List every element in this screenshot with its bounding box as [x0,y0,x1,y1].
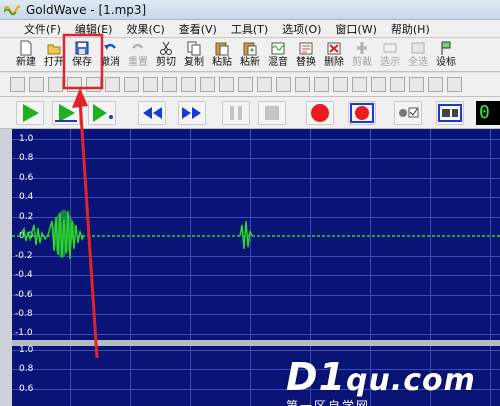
copy-icon [187,40,201,56]
monitor-toggle-button[interactable] [394,101,422,125]
effect-icon-12[interactable] [219,77,234,92]
effect-icon-3[interactable] [48,77,63,92]
undo-button[interactable]: 撤消 [96,38,124,71]
time-counter: 0 [476,101,500,125]
window-title: GoldWave - [1.mp3] [26,2,147,17]
select-view-button[interactable]: 选示 [376,38,404,71]
scissors-icon [159,40,173,56]
record-button[interactable] [306,101,334,125]
effect-icon-13[interactable] [238,77,253,92]
pause-button[interactable] [222,101,250,125]
goldwave-logo-icon [3,4,21,16]
set-marker-button[interactable]: 设标 [432,38,460,71]
new-button[interactable]: 新建 [12,38,40,71]
replace-icon [299,40,313,56]
stop-button[interactable] [258,101,286,125]
undo-icon [103,40,117,56]
control-window-icon [438,104,462,122]
paste-new-icon [243,40,257,56]
fast-forward-icon [182,107,201,119]
effect-icon-8[interactable] [143,77,158,92]
effect-icon-10[interactable] [181,77,196,92]
save-button[interactable]: 保存 [68,38,96,71]
record-selection-icon [350,103,374,123]
watermark-subtext: 第一区自学网 [286,399,371,406]
effect-icon-20[interactable] [371,77,386,92]
record-icon [311,104,329,122]
play-selection-button[interactable] [52,101,80,125]
site-watermark: D1qu.com 第一区自学网 [286,355,476,406]
effect-icon-23[interactable] [428,77,443,92]
play-button[interactable] [16,101,44,125]
effect-icon-14[interactable] [257,77,272,92]
effect-icon-7[interactable] [124,77,139,92]
delete-icon [327,40,341,56]
menu-help[interactable]: 帮助(H) [384,21,437,37]
record-selection-button[interactable] [348,101,376,125]
effect-icon-2[interactable] [29,77,44,92]
watermark-logo: D1qu.com [286,355,476,399]
select-all-button[interactable]: 全选 [404,38,432,71]
delete-button[interactable]: 删除 [320,38,348,71]
pause-icon [230,106,242,120]
effect-icon-22[interactable] [409,77,424,92]
trim-icon [355,40,369,56]
menu-edit[interactable]: 编辑(E) [68,21,120,37]
title-bar: GoldWave - [1.mp3] [0,0,500,20]
control-window-button[interactable] [436,101,464,125]
new-file-icon [19,40,33,56]
play-icon [23,104,39,122]
effect-icon-18[interactable] [333,77,348,92]
menu-effects[interactable]: 效果(C) [119,21,171,37]
mix-icon [271,40,285,56]
effect-icon-16[interactable] [295,77,310,92]
save-disk-icon [75,40,89,56]
cut-button[interactable]: 剪切 [152,38,180,71]
select-all-icon [411,40,425,56]
paste-icon [215,40,229,56]
copy-button[interactable]: 复制 [180,38,208,71]
transport-toolbar: 0 [0,97,500,129]
stop-icon [265,106,279,120]
set-marker-icon [439,40,453,56]
menu-view[interactable]: 查看(V) [172,21,224,37]
redo-icon [131,40,145,56]
menu-window[interactable]: 窗口(W) [328,21,383,37]
paste-new-button[interactable]: 粘新 [236,38,264,71]
menu-options[interactable]: 选项(O) [275,21,328,37]
play-to-end-icon [93,104,113,122]
effect-icon-24[interactable] [447,77,462,92]
trim-button[interactable]: 剪裁 [348,38,376,71]
rewind-icon [143,107,162,119]
rewind-button[interactable] [138,101,166,125]
main-toolbar: 新建 打开 保存 撤消 重置 剪切 复制 粘贴 粘新 混音 替换 删除 剪裁 选… [0,38,500,72]
fast-forward-button[interactable] [178,101,206,125]
monitor-icon [399,107,419,118]
effects-toolbar [0,73,500,97]
effect-icon-19[interactable] [352,77,367,92]
effect-icon-9[interactable] [162,77,177,92]
effect-icon-17[interactable] [314,77,329,92]
effect-icon-1[interactable] [10,77,25,92]
menu-tools[interactable]: 工具(T) [224,21,275,37]
paste-button[interactable]: 粘贴 [208,38,236,71]
play-selection-icon [55,104,77,122]
select-view-icon [383,40,397,56]
channel-side-strip [0,129,12,406]
effect-icon-6[interactable] [105,77,120,92]
play-to-end-button[interactable] [88,101,116,125]
open-button[interactable]: 打开 [40,38,68,71]
mix-button[interactable]: 混音 [264,38,292,71]
replace-button[interactable]: 替换 [292,38,320,71]
effect-icon-5[interactable] [86,77,101,92]
effect-icon-15[interactable] [276,77,291,92]
effect-icon-11[interactable] [200,77,215,92]
effect-icon-21[interactable] [390,77,405,92]
menu-bar: 文件(F) 编辑(E) 效果(C) 查看(V) 工具(T) 选项(O) 窗口(W… [0,20,500,38]
effect-icon-4[interactable] [67,77,82,92]
redo-button[interactable]: 重置 [124,38,152,71]
menu-file[interactable]: 文件(F) [0,21,68,37]
open-folder-icon [47,40,61,56]
